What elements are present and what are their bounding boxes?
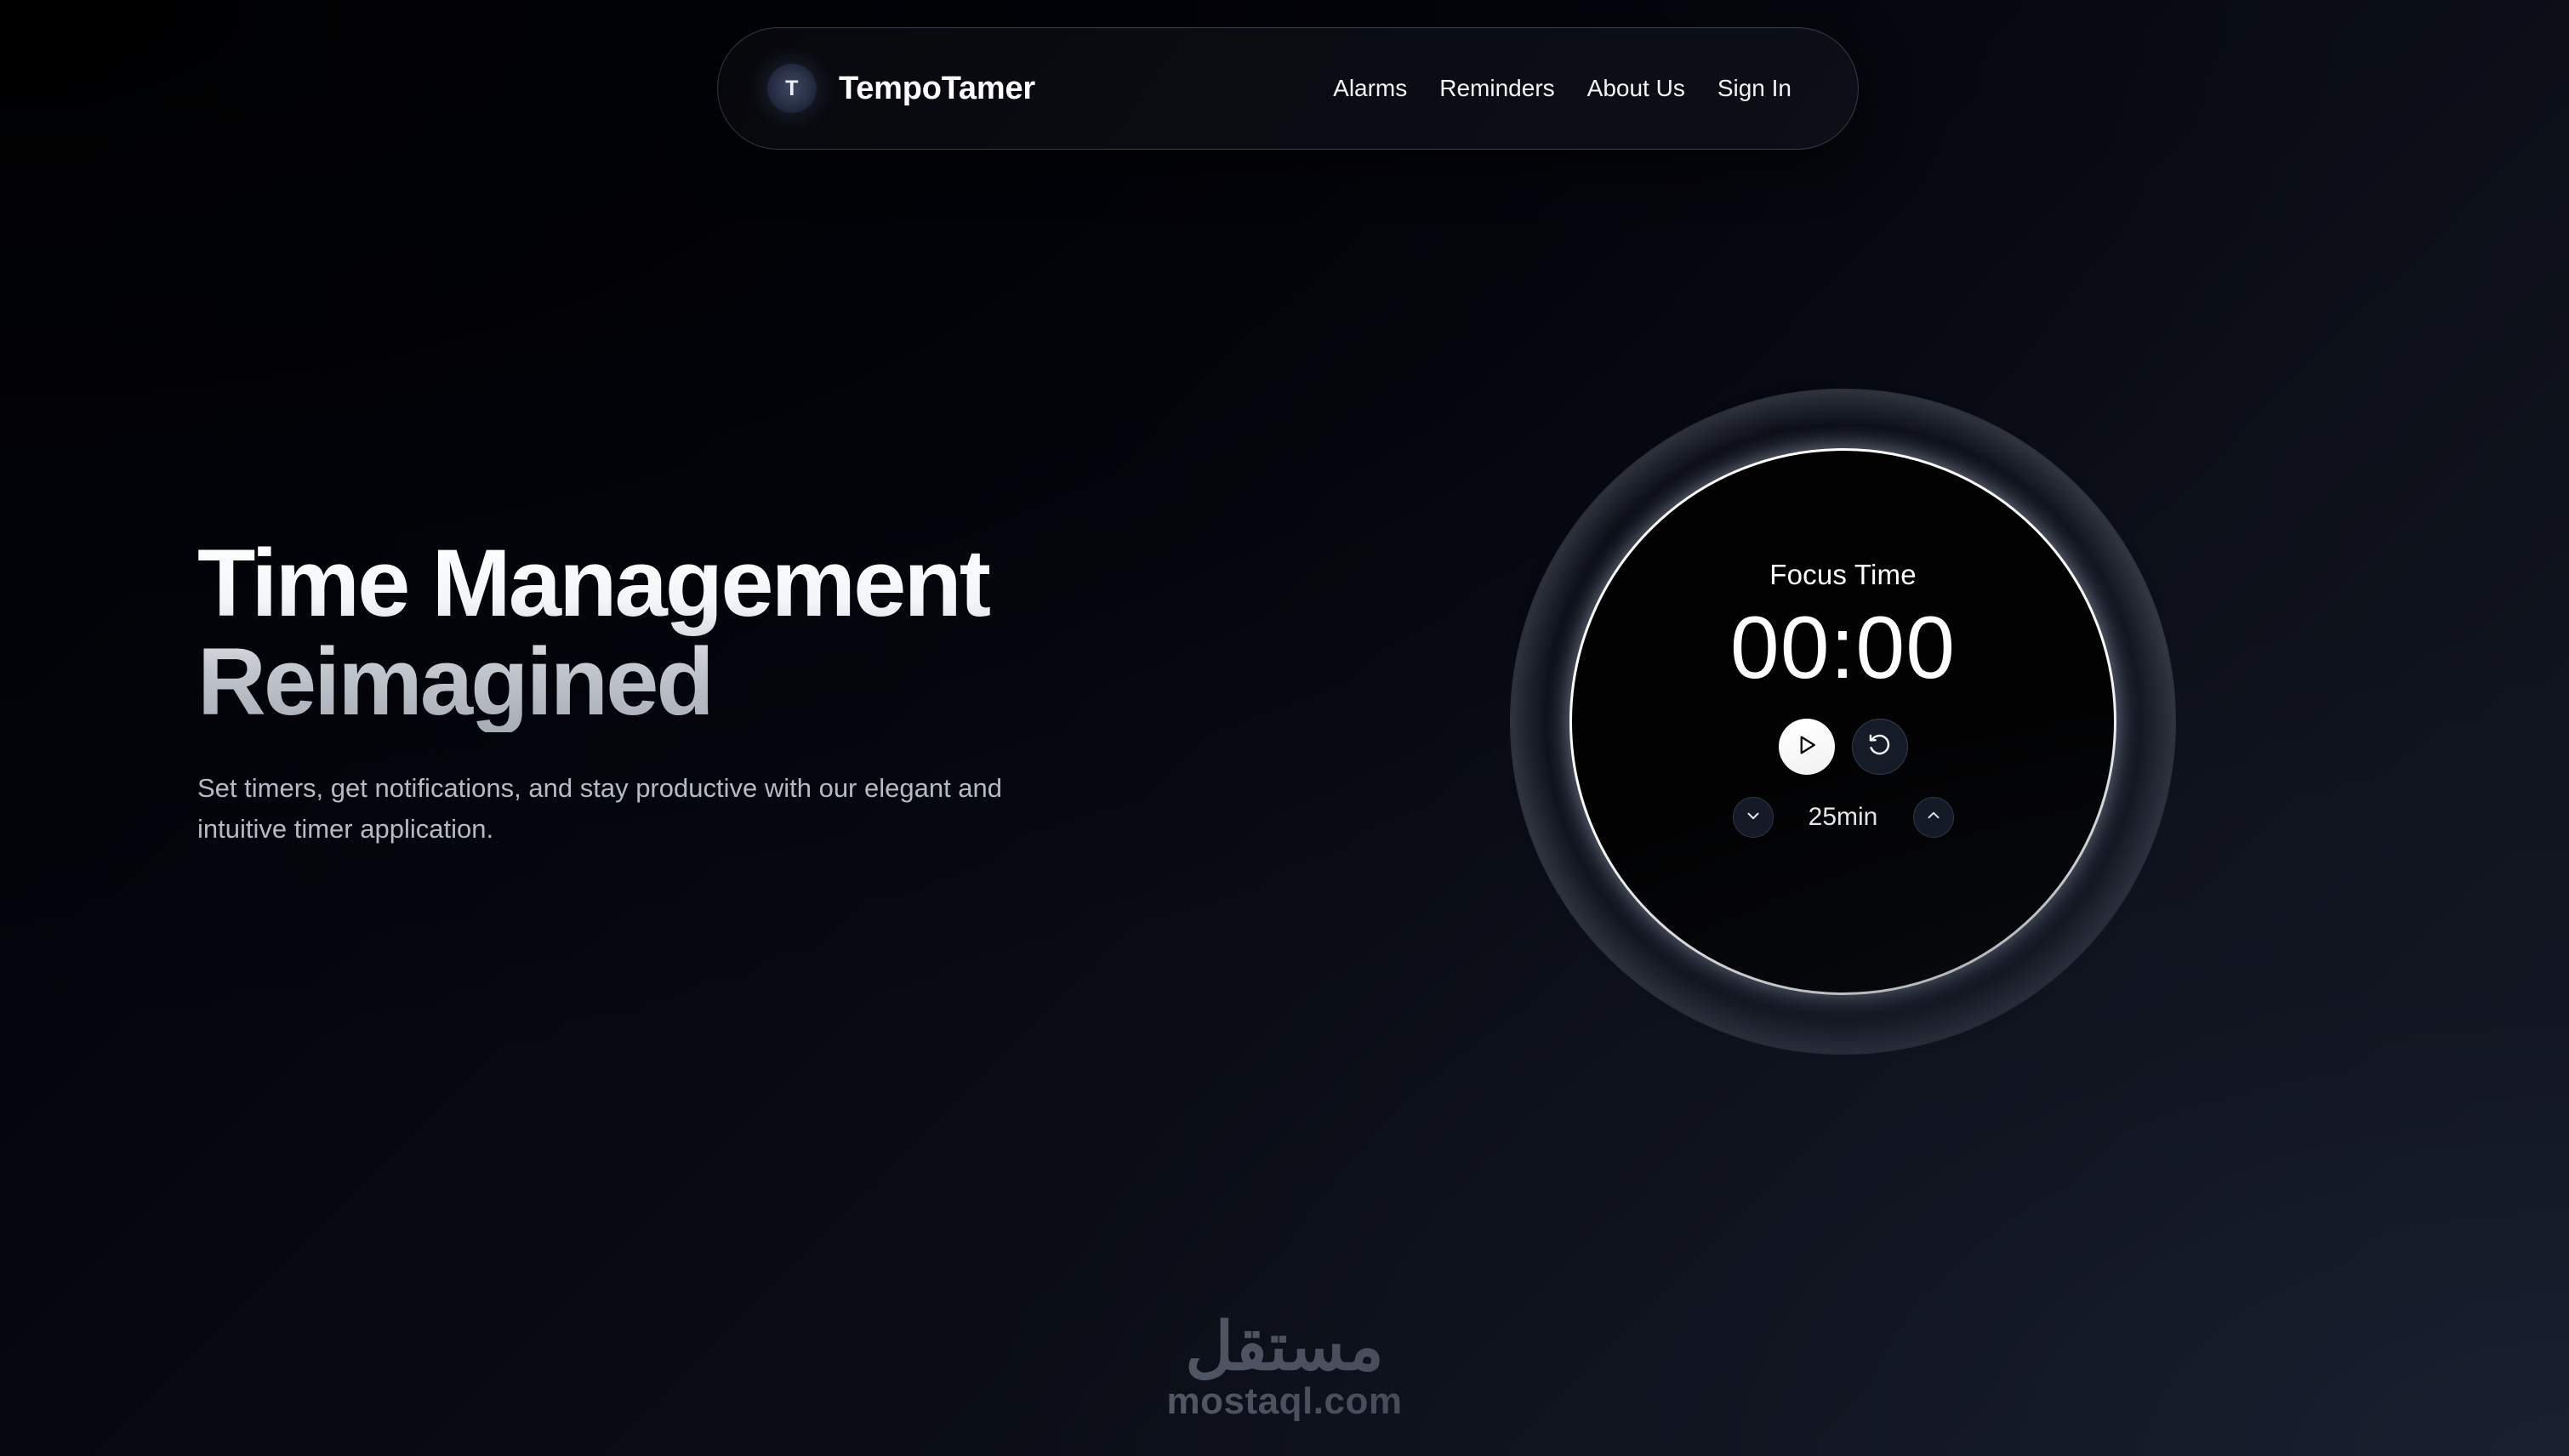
hero-section: Time Management Reimagined Set timers, g…	[197, 533, 1329, 850]
page-title: Time Management Reimagined	[197, 533, 1329, 732]
timer-widget: Focus Time 00:00 25min	[1510, 389, 2176, 1055]
brand-name: TempoTamer	[839, 70, 1035, 106]
watermark-latin: mostaql.com	[1166, 1380, 1403, 1422]
nav-links: Alarms Reminders About Us Sign In	[1333, 75, 1791, 102]
timer-controls	[1778, 718, 1908, 775]
nav-link-alarms[interactable]: Alarms	[1333, 75, 1407, 102]
page-background: T TempoTamer Alarms Reminders About Us S…	[0, 0, 2569, 1456]
nav-link-reminders[interactable]: Reminders	[1439, 75, 1554, 102]
top-navigation-bar: T TempoTamer Alarms Reminders About Us S…	[717, 27, 1859, 150]
t-monogram-icon: T	[750, 47, 834, 130]
duration-value: 25min	[1808, 802, 1878, 831]
logo-letter: T	[785, 76, 799, 100]
play-icon	[1794, 732, 1820, 760]
nav-link-sign-in[interactable]: Sign In	[1717, 75, 1791, 102]
nav-link-about-us[interactable]: About Us	[1587, 75, 1685, 102]
reset-button[interactable]	[1851, 718, 1908, 775]
watermark-arabic: مستقل	[1185, 1309, 1384, 1384]
timer-display: 00:00	[1729, 599, 1957, 697]
rotate-ccw-icon	[1867, 732, 1893, 760]
brand-logo[interactable]: T TempoTamer	[750, 47, 1035, 130]
timer-dial: Focus Time 00:00 25min	[1569, 448, 2116, 995]
decrease-duration-button[interactable]	[1732, 796, 1774, 838]
chevron-down-icon	[1744, 806, 1763, 828]
timer-mode-label: Focus Time	[1769, 559, 1917, 590]
hero-subtitle: Set timers, get notifications, and stay …	[197, 772, 1003, 844]
watermark: مستقل mostaql.com	[0, 1313, 2569, 1420]
increase-duration-button[interactable]	[1912, 796, 1954, 838]
chevron-up-icon	[1924, 806, 1943, 828]
play-button[interactable]	[1778, 718, 1835, 775]
duration-stepper: 25min	[1732, 796, 1954, 838]
